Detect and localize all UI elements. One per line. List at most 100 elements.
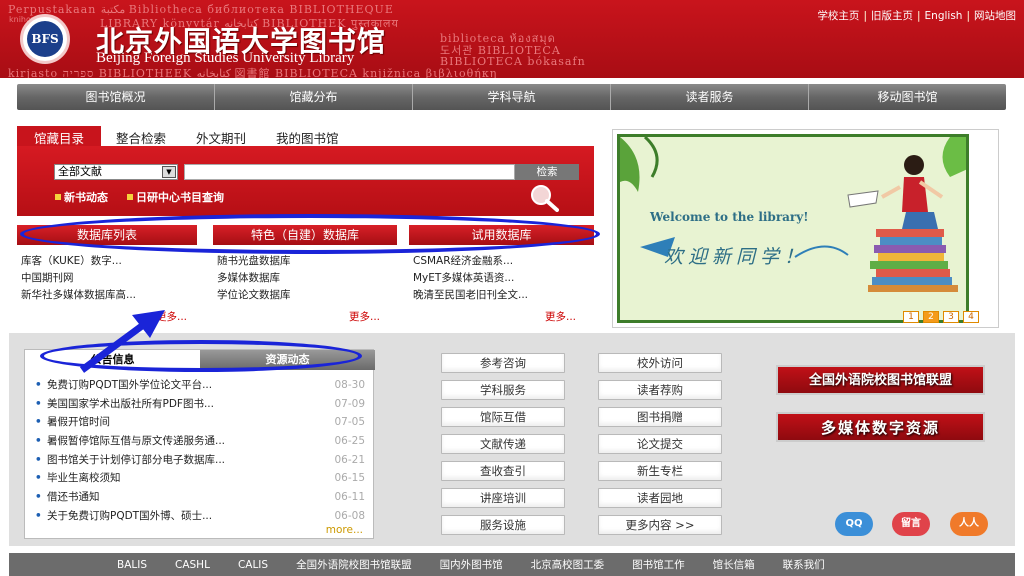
banner-page-4[interactable]: 4 <box>963 311 979 323</box>
footer-link-director-mailbox[interactable]: 馆长信箱 <box>713 557 755 572</box>
list-item[interactable]: • 美国国家学术出版社所有PDF图书... 07-09 <box>35 395 365 414</box>
link-new-books-label: 新书动态 <box>64 191 108 204</box>
footer-link-beijing-committee[interactable]: 北京高校图工委 <box>531 557 605 572</box>
database-link[interactable]: 库客（KUKE）数字... <box>21 253 136 270</box>
service-thesis-submit[interactable]: 论文提交 <box>598 434 722 454</box>
list-item[interactable]: • 毕业生离校须知 06-15 <box>35 469 365 488</box>
banner-page-2[interactable]: 2 <box>923 311 939 323</box>
service-reader-forum[interactable]: 读者园地 <box>598 488 722 508</box>
footer-link-cashl[interactable]: CASHL <box>175 559 210 571</box>
bullet-icon: • <box>35 435 42 448</box>
notice-title[interactable]: 毕业生离校须知 <box>47 469 327 488</box>
bullet-icon: • <box>35 472 42 485</box>
service-interlibrary-loan[interactable]: 馆际互借 <box>441 407 565 427</box>
notice-title[interactable]: 图书馆关于计划停订部分电子数据库... <box>47 451 327 470</box>
link-japan-center-catalog[interactable]: 日研中心书目查询 <box>127 189 224 205</box>
database-link[interactable]: MyET多媒体英语资... <box>413 270 528 287</box>
nav-mobile-library[interactable]: 移动图书馆 <box>809 84 1006 110</box>
link-english[interactable]: English <box>925 10 963 22</box>
list-item[interactable]: • 图书馆关于计划停订部分电子数据库... 06-21 <box>35 451 365 470</box>
tab-resource-news[interactable]: 资源动态 <box>200 350 375 370</box>
header-multilingual-text: Perpustakaan مكتبة Bibliotheca библиотек… <box>8 3 394 16</box>
nav-reader-services[interactable]: 读者服务 <box>611 84 809 110</box>
service-reference[interactable]: 参考咨询 <box>441 353 565 373</box>
chevron-down-icon[interactable]: ▼ <box>162 166 176 178</box>
library-logo[interactable]: BFS <box>20 14 70 64</box>
bullet-icon: • <box>35 509 42 522</box>
link-japan-center-label: 日研中心书目查询 <box>136 191 224 204</box>
list-item[interactable]: • 关于免费订购PQDT国外博、硕士... 06-08 <box>35 507 365 526</box>
service-facilities[interactable]: 服务设施 <box>441 515 565 535</box>
footer-link-balis[interactable]: BALIS <box>117 559 147 571</box>
search-scope-value: 全部文献 <box>58 165 102 178</box>
database-column: 库客（KUKE）数字... 中国期刊网 新华社多媒体数据库高... <box>21 253 136 304</box>
featured-database-button[interactable]: 特色（自建）数据库 <box>213 225 397 245</box>
list-item[interactable]: • 暑假暂停馆际互借与原文传递服务通... 06-25 <box>35 432 365 451</box>
header-vertical-text: knihovna <box>9 16 46 24</box>
database-link[interactable]: CSMAR经济金融系... <box>413 253 528 270</box>
notice-title[interactable]: 美国国家学术出版社所有PDF图书... <box>47 395 327 414</box>
nav-library-overview[interactable]: 图书馆概况 <box>17 84 215 110</box>
footer-link-alliance[interactable]: 全国外语院校图书馆联盟 <box>296 557 412 572</box>
trial-database-button[interactable]: 试用数据库 <box>409 225 594 245</box>
database-link[interactable]: 多媒体数据库 <box>217 270 291 287</box>
service-more[interactable]: 更多内容 >> <box>598 515 722 535</box>
link-separator: | <box>863 10 867 22</box>
footer-link-contact[interactable]: 联系我们 <box>783 557 825 572</box>
footer-link-calis[interactable]: CALIS <box>238 559 268 571</box>
footer-link-library-work[interactable]: 图书馆工作 <box>632 557 685 572</box>
search-input[interactable] <box>184 164 515 180</box>
notice-title[interactable]: 暑假开馆时间 <box>47 413 327 432</box>
search-tabs: 馆藏目录 整合检索 外文期刊 我的图书馆 <box>17 126 354 146</box>
tab-integrated-search[interactable]: 整合检索 <box>101 126 181 146</box>
link-old-home[interactable]: 旧版主页 <box>871 10 913 22</box>
list-item[interactable]: • 借还书通知 06-11 <box>35 488 365 507</box>
search-scope-select[interactable]: 全部文献 ▼ <box>54 164 178 180</box>
nav-collection-distribution[interactable]: 馆藏分布 <box>215 84 413 110</box>
promo-multimedia-resources[interactable]: 多媒体数字资源 <box>776 412 985 442</box>
nav-subject-guide[interactable]: 学科导航 <box>413 84 611 110</box>
service-lectures[interactable]: 讲座培训 <box>441 488 565 508</box>
magnifier-icon <box>531 185 559 212</box>
service-citation-search[interactable]: 查收查引 <box>441 461 565 481</box>
more-link[interactable]: 更多... <box>545 309 576 324</box>
promo-foreign-lang-library-alliance[interactable]: 全国外语院校图书馆联盟 <box>776 365 985 395</box>
tab-foreign-journals[interactable]: 外文期刊 <box>181 126 261 146</box>
banner-page-1[interactable]: 1 <box>903 311 919 323</box>
bullet-icon: • <box>35 379 42 391</box>
service-freshman[interactable]: 新生专栏 <box>598 461 722 481</box>
database-link[interactable]: 晚清至民国老旧刊全文... <box>413 287 528 304</box>
service-document-delivery[interactable]: 文献传递 <box>441 434 565 454</box>
message-icon[interactable]: 留言 <box>892 512 930 536</box>
link-sitemap[interactable]: 网站地图 <box>974 10 1016 22</box>
more-link[interactable]: 更多... <box>349 309 380 324</box>
footer-link-libraries[interactable]: 国内外图书馆 <box>440 557 503 572</box>
database-link[interactable]: 随书光盘数据库 <box>217 253 291 270</box>
link-school-home[interactable]: 学校主页 <box>817 10 859 22</box>
top-links: 学校主页 | 旧版主页 | English | 网站地图 <box>817 8 1016 23</box>
banner-page-3[interactable]: 3 <box>943 311 959 323</box>
welcome-banner[interactable]: Welcome to the library! 欢迎新同学！ 1 2 3 4 <box>612 129 999 328</box>
list-item[interactable]: • 暑假开馆时间 07-05 <box>35 413 365 432</box>
qq-icon[interactable]: QQ <box>835 512 873 536</box>
notice-title[interactable]: 关于免费订购PQDT国外博、硕士... <box>47 507 327 526</box>
service-offcampus-access[interactable]: 校外访问 <box>598 353 722 373</box>
search-button[interactable]: 检索 <box>515 164 579 180</box>
database-link[interactable]: 学位论文数据库 <box>217 287 291 304</box>
notice-title[interactable]: 暑假暂停馆际互借与原文传递服务通... <box>47 432 327 451</box>
notice-date: 06-11 <box>334 491 365 504</box>
bullet-icon <box>55 194 61 200</box>
service-book-donation[interactable]: 图书捐赠 <box>598 407 722 427</box>
database-link[interactable]: 中国期刊网 <box>21 270 136 287</box>
renren-icon[interactable]: 人人 <box>950 512 988 536</box>
notice-date: 06-08 <box>334 509 365 522</box>
banner-image: Welcome to the library! 欢迎新同学！ <box>617 134 969 323</box>
tab-catalog[interactable]: 馆藏目录 <box>17 126 102 146</box>
notice-more-link[interactable]: more... <box>326 524 363 536</box>
tab-my-library[interactable]: 我的图书馆 <box>261 126 354 146</box>
notice-title[interactable]: 借还书通知 <box>47 488 327 507</box>
database-list-button[interactable]: 数据库列表 <box>17 225 197 245</box>
service-subject[interactable]: 学科服务 <box>441 380 565 400</box>
service-book-recommend[interactable]: 读者荐购 <box>598 380 722 400</box>
link-new-books[interactable]: 新书动态 <box>55 189 108 205</box>
